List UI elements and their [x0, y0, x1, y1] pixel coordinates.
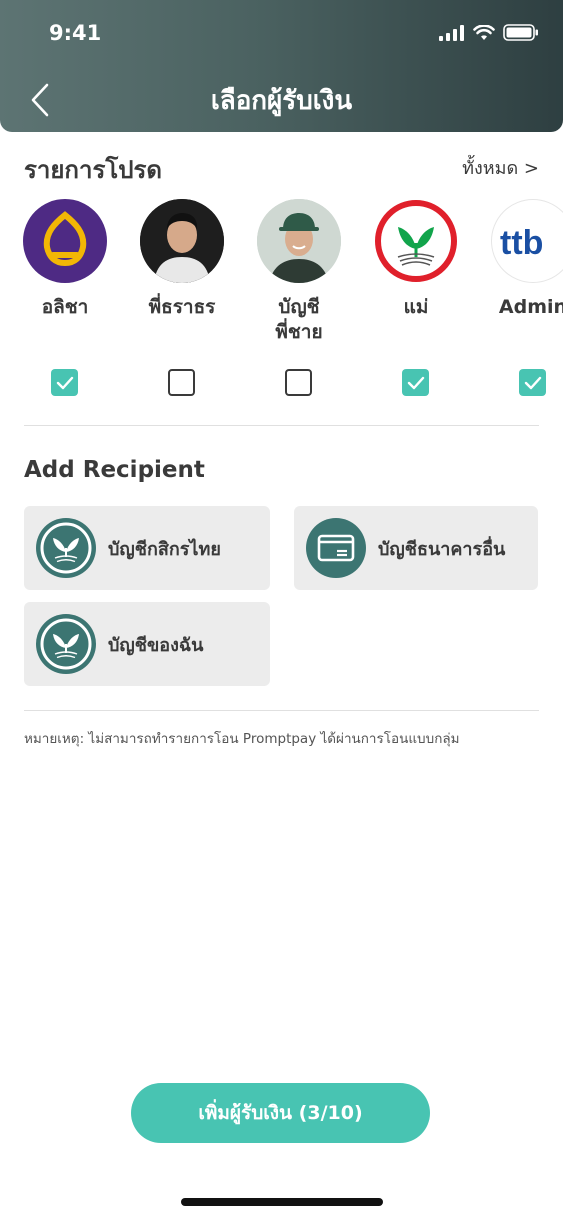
favorite-checkbox[interactable] [402, 369, 429, 396]
wifi-icon [473, 24, 495, 40]
scb-logo-icon [43, 211, 87, 267]
home-indicator [181, 1198, 383, 1206]
section-divider [24, 710, 539, 711]
person-cap-avatar [257, 199, 341, 283]
kbank-icon [36, 518, 96, 578]
check-icon [407, 376, 424, 389]
check-icon [56, 376, 73, 389]
note-text: หมายเหตุ: ไม่สามารถทำรายการโอน Promptpay… [24, 731, 460, 747]
person-avatar [140, 199, 224, 283]
favorite-checkbox[interactable] [168, 369, 195, 396]
favorite-checkbox[interactable] [51, 369, 78, 396]
section-divider [24, 425, 539, 426]
kbank-icon [36, 614, 96, 674]
person-photo-icon [140, 199, 224, 283]
see-all-link[interactable]: ทั้งหมด > [462, 153, 539, 182]
favorite-name: อลิชา [41, 296, 89, 318]
favorite-name: บัญชี พี่ชาย [275, 296, 323, 343]
ttb-logo-icon: ttb [500, 224, 543, 262]
other-bank-account-button[interactable]: บัญชีธนาคารอื่น [294, 506, 538, 590]
add-recipient-title: Add Recipient [24, 457, 205, 483]
favorite-name: Admin [498, 296, 563, 318]
battery-icon [503, 24, 538, 41]
favorite-name: พี่ธราธร [148, 296, 216, 318]
page-title: เลือกผู้รับเงิน [210, 86, 353, 116]
status-time: 9:41 [49, 21, 102, 45]
app-header: 9:41 เลือกผู้รับเงิน [0, 0, 563, 132]
status-icons [439, 24, 539, 41]
ttb-logo-text: ttb [500, 224, 543, 262]
check-icon [524, 376, 541, 389]
signal-icon [439, 24, 464, 41]
tile-label: บัญชีกสิกรไทย [108, 538, 221, 560]
favorite-checkbox[interactable] [519, 369, 546, 396]
kbank-logo-avatar [374, 199, 458, 283]
favorite-checkbox[interactable] [285, 369, 312, 396]
kbank-logo-icon [375, 200, 457, 282]
card-icon [306, 518, 366, 578]
kbank-account-button[interactable]: บัญชีกสิกรไทย [24, 506, 270, 590]
tile-label: บัญชีธนาคารอื่น [378, 538, 506, 560]
my-account-button[interactable]: บัญชีของฉัน [24, 602, 270, 686]
favorites-list: อลิชา พี่ธราธร บัญชี พี่ชาย แม่ ttb Admi… [0, 199, 563, 409]
favorites-title: รายการโปรด [24, 156, 162, 184]
ttb-logo-avatar: ttb [491, 199, 563, 283]
tile-label: บัญชีของฉัน [108, 634, 204, 656]
person-cap-photo-icon [257, 199, 341, 283]
scb-logo-avatar [23, 199, 107, 283]
add-recipient-submit-button[interactable]: เพิ่มผู้รับเงิน (3/10) [131, 1083, 430, 1143]
favorite-name: แม่ [403, 296, 429, 318]
